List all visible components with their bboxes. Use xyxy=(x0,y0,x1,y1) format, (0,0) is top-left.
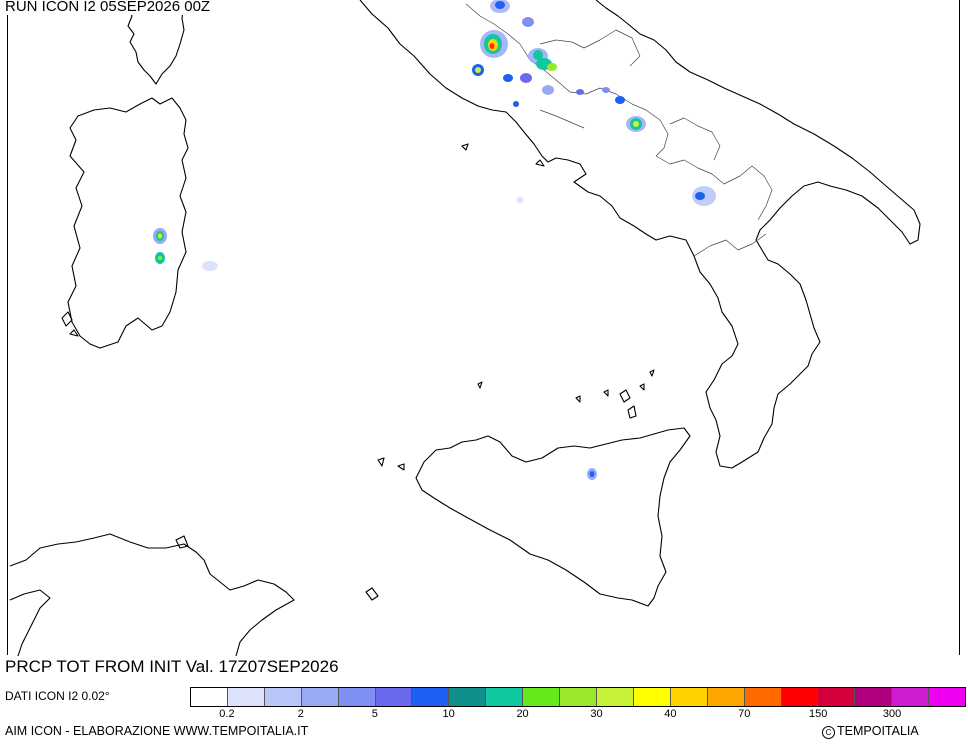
africa-coast xyxy=(9,533,295,657)
legend-swatch xyxy=(191,688,228,706)
color-legend xyxy=(190,687,966,707)
legend-swatch xyxy=(596,688,634,706)
peninsula-west-coast xyxy=(359,0,921,469)
legend-swatch xyxy=(227,688,265,706)
legend-swatch xyxy=(560,688,597,706)
legend-swatch xyxy=(301,688,339,706)
legend-swatch xyxy=(744,688,782,706)
legend-swatch xyxy=(818,688,856,706)
legend-swatch xyxy=(781,688,819,706)
legend-swatch xyxy=(855,688,893,706)
credit-right: C TEMPOITALIA xyxy=(822,724,919,739)
legend-tick-label: 150 xyxy=(809,708,828,720)
legend-tick-label: 5 xyxy=(371,708,378,720)
legend-tick-label: 40 xyxy=(664,708,677,720)
run-title: RUN ICON I2 05SEP2026 00Z xyxy=(5,0,213,15)
legend-swatch xyxy=(929,688,966,706)
copyright-icon: C xyxy=(822,726,835,739)
legend-swatch xyxy=(523,688,561,706)
legend-tick-label: 0.2 xyxy=(219,708,235,720)
legend-tick-label: 30 xyxy=(590,708,603,720)
legend-swatch xyxy=(892,688,930,706)
precipitation-title: PRCP TOT FROM INIT Val. 17Z07SEP2026 xyxy=(5,657,339,676)
legend-swatch xyxy=(707,688,745,706)
legend-tick-label: 2 xyxy=(297,708,304,720)
legend-ticks: 0.2 2 5 10 20 30 40 70 150 300 xyxy=(0,708,968,722)
legend-tick-label: 20 xyxy=(516,708,529,720)
data-source-label: DATI ICON I2 0.02° xyxy=(5,689,110,703)
legend-swatch xyxy=(449,688,487,706)
legend-swatch xyxy=(412,688,450,706)
sardinia-coast xyxy=(67,97,189,349)
precipitation-map xyxy=(9,0,921,657)
legend-tick-label: 10 xyxy=(442,708,455,720)
legend-swatch xyxy=(338,688,376,706)
legend-tick-label: 70 xyxy=(738,708,751,720)
legend-swatch xyxy=(670,688,708,706)
legend-tick-label: 300 xyxy=(882,708,902,720)
sicily-coast xyxy=(415,427,691,607)
legend-swatch xyxy=(486,688,524,706)
legend-swatch xyxy=(264,688,302,706)
credit-right-label: TEMPOITALIA xyxy=(837,724,919,738)
legend-swatch xyxy=(375,688,413,706)
credit-left: AIM ICON - ELABORAZIONE WWW.TEMPOITALIA.… xyxy=(5,724,309,738)
legend-swatch xyxy=(633,688,671,706)
